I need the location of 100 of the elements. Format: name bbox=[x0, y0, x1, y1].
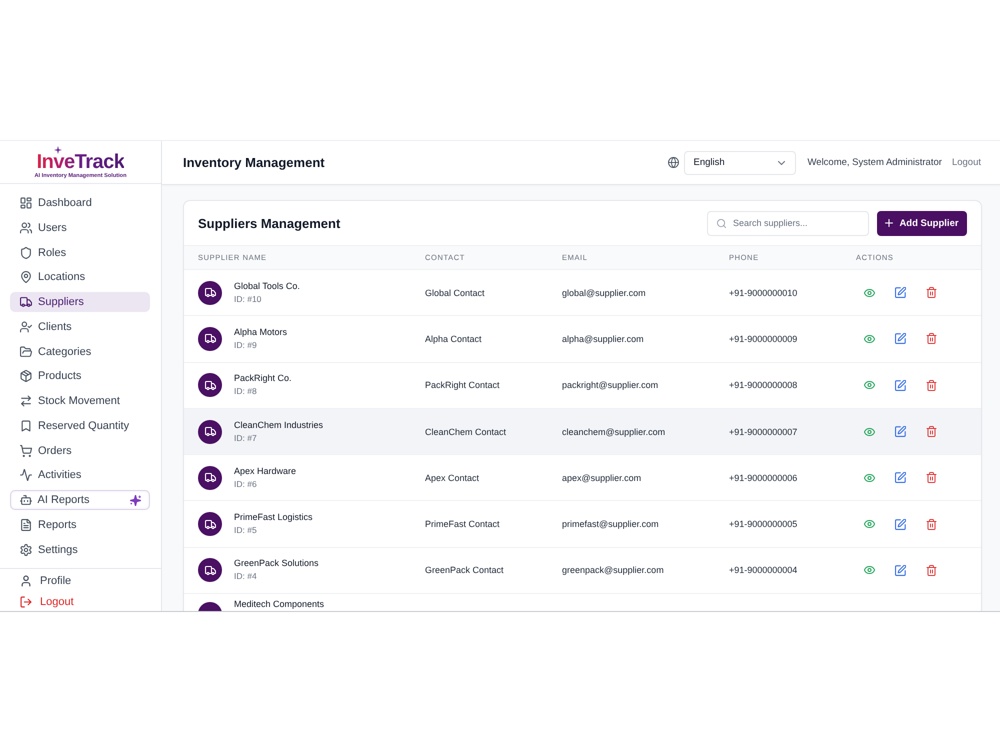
email-address: packright@supplier.com bbox=[562, 380, 660, 390]
logout-link[interactable]: Logout bbox=[952, 157, 981, 168]
sidebar-item[interactable]: Roles bbox=[10, 242, 150, 262]
truck-icon bbox=[20, 296, 32, 308]
package-icon bbox=[20, 370, 32, 382]
contact-name: CleanChem Contact bbox=[425, 426, 508, 437]
search-icon bbox=[717, 218, 726, 228]
sidebar-item[interactable]: Activities bbox=[10, 465, 150, 486]
globe-icon bbox=[668, 157, 680, 168]
trash-icon[interactable] bbox=[926, 564, 937, 576]
supplier-name: Apex Hardware bbox=[234, 466, 296, 477]
supplier-id: ID: #7 bbox=[234, 432, 258, 444]
supplier-id: ID: #6 bbox=[234, 478, 258, 490]
truck-icon bbox=[198, 326, 222, 351]
edit-icon[interactable] bbox=[895, 287, 906, 298]
email-address: cleanchem@supplier.com bbox=[562, 426, 666, 437]
welcome-text: Welcome, System Administrator bbox=[807, 157, 942, 168]
eye-icon[interactable] bbox=[864, 520, 875, 528]
supplier-name: PackRight Co. bbox=[234, 373, 292, 384]
sidebar-item[interactable]: Users bbox=[10, 218, 150, 238]
phone-number: +91-9000000006 bbox=[729, 472, 798, 483]
supplier-name: CleanChem Industries bbox=[234, 420, 324, 431]
edit-icon[interactable] bbox=[895, 518, 906, 530]
shield-icon bbox=[20, 246, 32, 258]
eye-icon[interactable] bbox=[864, 566, 875, 574]
trash-icon[interactable] bbox=[926, 472, 937, 484]
edit-icon[interactable] bbox=[895, 426, 906, 438]
contact-name: GreenPack Contact bbox=[425, 565, 505, 576]
email-address: apex@supplier.com bbox=[562, 472, 642, 483]
bookmark-icon bbox=[20, 420, 32, 432]
layout-grid-icon bbox=[20, 197, 32, 209]
phone-number: +91-9000000010 bbox=[729, 288, 798, 298]
contact-name: Alpha Contact bbox=[425, 334, 483, 344]
edit-icon[interactable] bbox=[895, 333, 906, 344]
eye-icon[interactable] bbox=[864, 288, 875, 297]
phone-number: +91-9000000005 bbox=[729, 519, 798, 530]
logout-link[interactable]: Logout bbox=[10, 593, 150, 611]
supplier-name: PrimeFast Logistics bbox=[234, 512, 313, 524]
map-pin-icon bbox=[20, 271, 32, 284]
trash-icon[interactable] bbox=[926, 518, 937, 530]
trash-icon[interactable] bbox=[926, 333, 937, 344]
language-select[interactable]: English bbox=[684, 150, 796, 174]
edit-icon[interactable] bbox=[895, 380, 906, 391]
sidebar-item[interactable]: Products bbox=[10, 366, 150, 386]
sidebar-item[interactable]: Settings bbox=[10, 540, 150, 560]
folder-icon bbox=[20, 346, 32, 358]
eye-icon[interactable] bbox=[864, 428, 875, 436]
truck-icon bbox=[198, 466, 222, 490]
sidebar-item[interactable]: Orders bbox=[10, 440, 150, 460]
supplier-id: ID: #10 bbox=[234, 294, 262, 305]
trash-icon[interactable] bbox=[926, 287, 937, 298]
user-check-icon bbox=[20, 320, 32, 333]
trash-icon[interactable] bbox=[926, 426, 937, 438]
sidebar-item[interactable]: Locations bbox=[10, 267, 150, 288]
document-icon bbox=[20, 518, 32, 531]
truck-icon bbox=[198, 280, 222, 305]
eye-icon[interactable] bbox=[864, 381, 875, 390]
sidebar-item[interactable]: Categories bbox=[10, 342, 150, 362]
sidebar-item[interactable]: AI Reports bbox=[10, 490, 150, 510]
user-icon bbox=[20, 575, 32, 587]
truck-icon bbox=[198, 373, 222, 398]
truck-icon bbox=[198, 558, 222, 582]
add-supplier-button[interactable]: Add Supplier bbox=[877, 210, 967, 236]
edit-icon[interactable] bbox=[895, 564, 906, 576]
supplier-id: ID: #5 bbox=[234, 525, 258, 536]
logout-icon bbox=[20, 596, 32, 608]
plus-icon bbox=[885, 219, 894, 227]
profile-link[interactable]: Profile bbox=[10, 572, 150, 590]
sidebar-item[interactable]: Suppliers bbox=[10, 292, 150, 312]
supplier-id: ID: #9 bbox=[234, 340, 258, 351]
sidebar-item[interactable]: Reserved Quantity bbox=[10, 416, 150, 436]
users-icon bbox=[20, 222, 32, 234]
edit-icon[interactable] bbox=[895, 472, 906, 484]
email-address: alpha@supplier.com bbox=[562, 334, 645, 344]
chevron-down-icon bbox=[778, 160, 786, 164]
email-address: primefast@supplier.com bbox=[562, 519, 660, 530]
contact-name: Global Contact bbox=[425, 288, 486, 298]
arrows-icon bbox=[20, 395, 32, 407]
phone-number: +91-9000000004 bbox=[729, 565, 798, 576]
truck-icon bbox=[198, 512, 222, 536]
sidebar-item[interactable]: Dashboard bbox=[10, 193, 150, 213]
supplier-id: ID: #8 bbox=[234, 386, 258, 398]
phone-number: +91-9000000007 bbox=[729, 426, 798, 437]
supplier-name: Alpha Motors bbox=[234, 326, 288, 338]
sidebar-item[interactable]: Stock Movement bbox=[10, 391, 150, 411]
contact-name: PrimeFast Contact bbox=[425, 519, 501, 530]
sidebar-item[interactable]: Reports bbox=[10, 514, 150, 535]
sidebar-item[interactable]: Clients bbox=[10, 316, 150, 337]
settings-icon bbox=[20, 544, 32, 556]
avatar-icon bbox=[198, 602, 222, 611]
supplier-id: ID: #4 bbox=[234, 571, 258, 582]
eye-icon[interactable] bbox=[864, 334, 875, 343]
robot-icon bbox=[20, 494, 32, 506]
supplier-name: Global Tools Co. bbox=[234, 280, 300, 292]
search-field[interactable]: Search suppliers... bbox=[707, 210, 869, 236]
trash-icon[interactable] bbox=[926, 380, 937, 391]
contact-name: Apex Contact bbox=[425, 472, 480, 483]
phone-number: +91-9000000008 bbox=[729, 380, 798, 390]
eye-icon[interactable] bbox=[864, 474, 875, 482]
email-address: greenpack@supplier.com bbox=[562, 565, 665, 576]
